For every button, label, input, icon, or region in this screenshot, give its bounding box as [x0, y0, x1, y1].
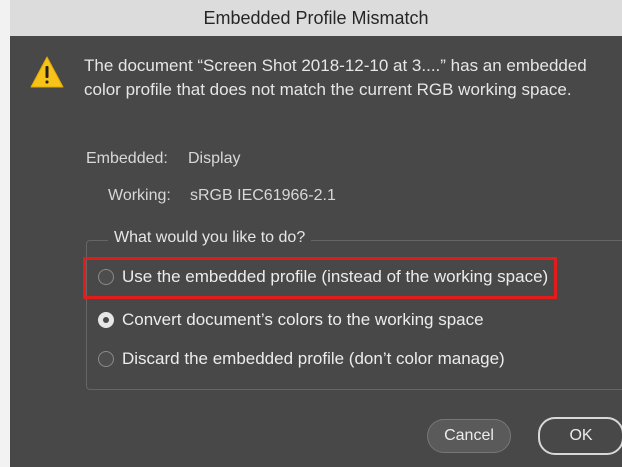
working-value: sRGB IEC61966-2.1	[190, 187, 336, 204]
embedded-value: Display	[188, 150, 241, 167]
question-legend: What would you like to do?	[108, 229, 312, 247]
option-label: Discard the embedded profile (don’t colo…	[122, 349, 505, 368]
cancel-button[interactable]: Cancel	[427, 419, 511, 453]
radio-discard[interactable]	[98, 351, 114, 367]
working-label: Working:	[108, 187, 171, 204]
radio-convert[interactable]	[98, 312, 114, 328]
highlight-box	[83, 257, 557, 299]
option-discard[interactable]: Discard the embedded profile (don’t colo…	[98, 346, 505, 372]
dialog-title: Embedded Profile Mismatch	[10, 0, 622, 36]
warning-icon	[30, 56, 64, 88]
ok-button[interactable]: OK	[538, 417, 622, 455]
mismatch-message: The document “Screen Shot 2018-12-10 at …	[84, 56, 587, 99]
option-label: Convert document’s colors to the working…	[122, 310, 484, 329]
dialog-content: The document “Screen Shot 2018-12-10 at …	[10, 36, 622, 467]
embedded-label: Embedded:	[86, 150, 168, 167]
option-convert[interactable]: Convert document’s colors to the working…	[98, 307, 484, 333]
dialog-window: Embedded Profile Mismatch The document “…	[10, 0, 622, 467]
